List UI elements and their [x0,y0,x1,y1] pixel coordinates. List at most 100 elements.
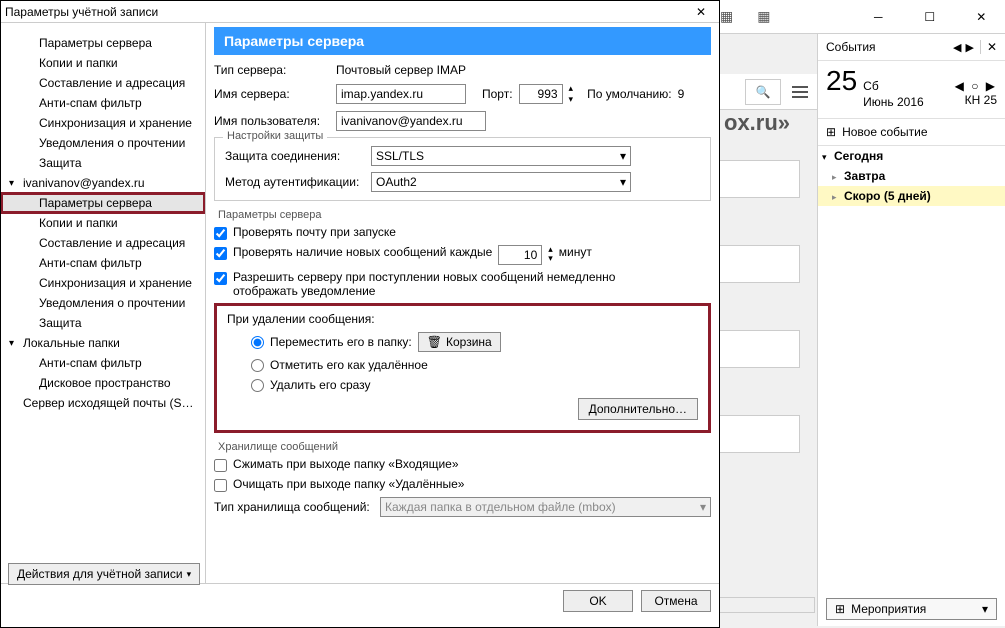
next-icon[interactable]: ▶ [965,41,973,54]
dialog-button-bar: OK Отмена [1,583,719,618]
day-name: Сб [863,79,879,93]
account-node[interactable]: ▾ivanivanov@yandex.ru [1,173,205,193]
cal-bottom-label: Мероприятия [851,602,926,616]
sidebar-item[interactable]: Синхронизация и хранение [1,113,205,133]
sidebar-item[interactable]: Анти-спам фильтр [1,353,205,373]
sidebar-item[interactable]: Уведомления о прочтении [1,133,205,153]
sidebar-item[interactable]: Анти-спам фильтр [1,93,205,113]
username-input[interactable] [336,111,486,131]
auth-method-select[interactable]: OAuth2▾ [371,172,631,192]
interval-input[interactable] [498,245,542,265]
cal-section-soon[interactable]: ▸ Скоро (5 дней) [818,186,1005,206]
sidebar-item[interactable]: Защита [1,313,205,333]
soon-label: Скоро (5 дней) [844,189,931,203]
trash-icon: 🗑 [427,335,442,349]
chevron-down-icon: ▾ [187,569,192,580]
port-label: Порт: [482,87,513,101]
chk-push[interactable] [214,272,227,285]
sidebar-item[interactable]: Копии и папки [1,213,205,233]
search-button[interactable]: 🔍 [745,79,781,105]
events-title: События [826,40,876,54]
radio-move-label: Переместить его в папку: [270,335,412,349]
cal-section-today[interactable]: ▾ Сегодня [818,146,1005,166]
sidebar-item[interactable]: Составление и адресация [1,73,205,93]
sidebar-item[interactable]: Копии и папки [1,53,205,73]
bg-box [720,415,800,453]
chk-interval-label-a: Проверять наличие новых сообщений каждые [233,245,492,259]
sidebar-item[interactable]: Синхронизация и хранение [1,273,205,293]
week-label: КН 25 [965,93,997,107]
chevron-down-icon: ▾ [822,152,827,163]
cancel-button[interactable]: Отмена [641,590,711,612]
dialog-title: Параметры учётной записи [5,5,158,19]
port-default-label: По умолчанию: [587,87,672,101]
maximize-button[interactable]: ☐ [916,5,944,29]
sidebar-item[interactable]: Защита [1,153,205,173]
trash-folder-button[interactable]: 🗑Корзина [418,332,501,352]
radio-move-to-folder[interactable] [251,336,264,349]
close-window-button[interactable]: ✕ [967,5,995,29]
today-label: Сегодня [834,149,883,163]
account-label: ivanivanov@yandex.ru [23,176,145,190]
bg-scrollbar[interactable] [720,597,815,613]
ok-button[interactable]: OK [563,590,633,612]
chk-compact-label: Сжимать при выходе папку «Входящие» [233,457,459,471]
bg-box [720,330,800,368]
port-input[interactable] [519,84,563,104]
sidebar-item-outgoing[interactable]: Сервер исходящей почты (S… [1,393,205,413]
sidebar-item[interactable]: Составление и адресация [1,233,205,253]
minimize-button[interactable]: ─ [864,5,892,29]
chk-empty-trash[interactable] [214,479,227,492]
chevron-down-icon: ▾ [620,175,626,189]
chk-compact[interactable] [214,459,227,472]
cal-bottom-button[interactable]: ⊞ Мероприятия ▾ [826,598,997,620]
day-number: 25 [826,65,857,97]
server-name-input[interactable] [336,84,466,104]
month-label: Июнь 2016 [863,95,924,109]
account-actions-button[interactable]: Действия для учётной записи ▾ [8,563,200,585]
auth-label: Метод аутентификации: [225,175,365,189]
sidebar-item[interactable]: Уведомления о прочтении [1,293,205,313]
spinner-icon[interactable]: ▴▾ [569,83,574,105]
cal-section-tomorrow[interactable]: ▸ Завтра [818,166,1005,186]
sidebar-item-server-settings[interactable]: Параметры сервера [1,193,205,213]
spinner-icon[interactable]: ▴▾ [548,245,553,263]
cal-icon-1: ▦ [720,8,733,25]
advanced-button[interactable]: Дополнительно… [578,398,698,420]
calendar-icon: ⊞ [835,602,845,616]
local-folders-label: Локальные папки [23,336,120,350]
bg-box [720,160,800,198]
radio-delete-now[interactable] [251,379,264,392]
chevron-right-icon: ▸ [832,172,837,183]
sidebar-item[interactable]: Параметры сервера [1,33,205,53]
conn-sec-value: SSL/TLS [376,149,424,163]
delete-behaviour-group: При удалении сообщения: Переместить его … [214,303,711,433]
storage-group-title: Хранилище сообщений [218,441,711,453]
menu-button[interactable] [787,79,813,105]
chk-interval[interactable] [214,247,227,260]
radio-mark-label: Отметить его как удалённое [270,358,428,372]
server-type-value: Почтовый сервер IMAP [336,63,466,77]
chevron-down-icon: ▾ [9,338,14,349]
chk-startup[interactable] [214,227,227,240]
account-actions-label: Действия для учётной записи [17,567,183,581]
sidebar-item[interactable]: Дисковое пространство [1,373,205,393]
close-cal-icon[interactable]: ✕ [987,40,997,54]
window-controls: ▦ ▦ ─ ☐ ✕ [720,0,1005,34]
sidebar-item[interactable]: Анти-спам фильтр [1,253,205,273]
prev-icon[interactable]: ◀ [953,41,961,54]
chk-empty-label: Очищать при выходе папку «Удалённые» [233,477,464,491]
local-folders-node[interactable]: ▾ Локальные папки [1,333,205,353]
conn-security-select[interactable]: SSL/TLS ▾ [371,146,631,166]
radio-mark-deleted[interactable] [251,359,264,372]
chevron-down-icon: ▾ [620,149,626,163]
nav-today-icons[interactable]: ◀ ○ ▶ [955,79,997,93]
server-params-title: Параметры сервера [218,209,711,221]
chk-interval-label-b: минут [559,245,592,259]
bg-box [720,245,800,283]
bg-partial-title: ox.ru» [720,110,815,136]
new-event-button[interactable]: ⊞ Новое событие [818,119,1005,146]
account-settings-dialog: Параметры учётной записи ✕ ▾ Параметры с… [0,0,720,628]
dialog-close-button[interactable]: ✕ [687,3,715,21]
form-area: Параметры сервера Тип сервера: Почтовый … [206,23,719,583]
